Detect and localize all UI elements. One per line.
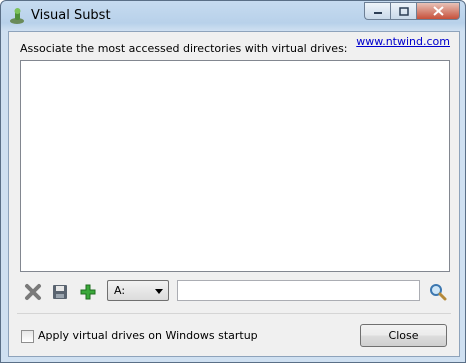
dialog-client-area: Associate the most accessed directories … bbox=[8, 31, 460, 357]
close-icon bbox=[432, 6, 444, 16]
add-icon[interactable] bbox=[79, 283, 97, 301]
website-link[interactable]: www.ntwind.com bbox=[356, 35, 450, 48]
save-icon[interactable] bbox=[51, 283, 69, 301]
virtual-drives-list[interactable] bbox=[20, 60, 450, 272]
startup-checkbox-label[interactable]: Apply virtual drives on Windows startup bbox=[38, 329, 258, 342]
visual-subst-app-icon bbox=[10, 8, 24, 24]
directory-path-input[interactable] bbox=[177, 280, 420, 301]
window-controls bbox=[364, 2, 460, 22]
remove-icon[interactable] bbox=[24, 283, 42, 301]
close-window-button[interactable] bbox=[416, 2, 460, 20]
title-bar[interactable]: Visual Subst bbox=[1, 1, 465, 31]
browse-magnifier-icon[interactable] bbox=[429, 283, 447, 301]
maximize-icon bbox=[398, 6, 409, 16]
app-window: Visual Subst Associate the most accessed… bbox=[0, 0, 466, 363]
window-title: Visual Subst bbox=[31, 8, 111, 23]
maximize-button[interactable] bbox=[390, 2, 416, 20]
divider bbox=[17, 313, 451, 314]
drive-letter-value: A: bbox=[114, 284, 126, 297]
chevron-down-icon bbox=[155, 289, 163, 294]
startup-checkbox[interactable] bbox=[21, 330, 34, 343]
minimize-button[interactable] bbox=[364, 2, 390, 20]
close-button[interactable]: Close bbox=[360, 324, 447, 347]
minimize-icon bbox=[373, 12, 382, 14]
drive-letter-select[interactable]: A: bbox=[107, 280, 169, 301]
associate-heading: Associate the most accessed directories … bbox=[20, 42, 348, 55]
